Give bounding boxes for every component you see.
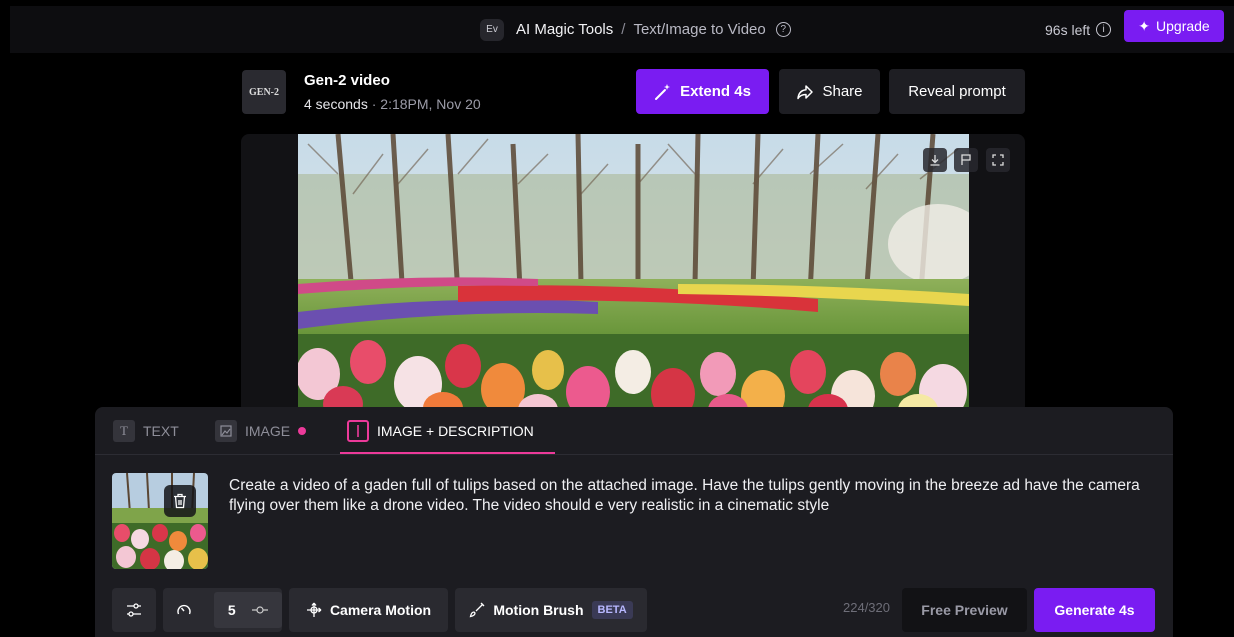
- sliders-icon: [127, 603, 141, 617]
- share-label: Share: [822, 83, 863, 100]
- tab-image-label: IMAGE: [245, 423, 291, 439]
- breadcrumb-ai-magic-tools[interactable]: AI Magic Tools: [516, 21, 613, 38]
- motion-brush-button[interactable]: Motion Brush BETA: [455, 588, 647, 632]
- upgrade-label: Upgrade: [1156, 18, 1210, 34]
- info-icon[interactable]: i: [1096, 22, 1112, 37]
- credits-remaining: 96s left i: [1045, 6, 1112, 53]
- settings-button[interactable]: [112, 588, 156, 632]
- download-icon[interactable]: [923, 148, 947, 172]
- generation-duration: 4 seconds: [304, 96, 368, 112]
- tab-image-description[interactable]: IMAGE + DESCRIPTION: [347, 407, 534, 455]
- text-mode-icon: T: [113, 420, 135, 442]
- video-player[interactable]: [298, 134, 969, 414]
- sparkle-icon: ✦: [1138, 17, 1151, 34]
- tab-text-label: TEXT: [143, 423, 179, 439]
- workspace-badge[interactable]: Ev: [480, 18, 504, 41]
- split-layout-icon: [347, 420, 369, 442]
- tab-image-description-label: IMAGE + DESCRIPTION: [377, 423, 534, 439]
- generation-meta: 4 seconds · 2:18PM, Nov 20: [304, 96, 481, 112]
- flag-icon[interactable]: [954, 148, 978, 172]
- share-icon: [797, 84, 814, 99]
- help-icon[interactable]: ?: [775, 22, 791, 37]
- breadcrumb-text-image-to-video[interactable]: Text/Image to Video: [633, 21, 765, 38]
- prompt-textarea[interactable]: Create a video of a gaden full of tulips…: [229, 476, 1149, 516]
- beta-badge: BETA: [591, 601, 633, 619]
- meta-separator: ·: [371, 96, 377, 112]
- share-button[interactable]: Share: [779, 69, 880, 114]
- generate-button[interactable]: Generate 4s: [1034, 588, 1155, 632]
- active-tab-indicator: [340, 452, 555, 454]
- tab-text[interactable]: T TEXT: [113, 407, 179, 455]
- breadcrumb-separator: /: [621, 21, 626, 38]
- tab-image[interactable]: IMAGE: [215, 407, 307, 455]
- image-icon: [215, 420, 237, 442]
- generation-title: Gen-2 video: [304, 72, 390, 89]
- extend-button[interactable]: Extend 4s: [636, 69, 769, 114]
- character-counter: 224/320: [843, 600, 890, 615]
- reveal-prompt-label: Reveal prompt: [908, 83, 1006, 100]
- motion-speed-stepper[interactable]: 5: [213, 592, 282, 628]
- credits-text: 96s left: [1045, 21, 1091, 38]
- motion-brush-label: Motion Brush: [493, 602, 584, 618]
- gauge-icon[interactable]: [163, 588, 206, 632]
- motion-speed-control: 5: [163, 588, 282, 632]
- top-bar: Ev AI Magic Tools / Text/Image to Video …: [10, 6, 1234, 53]
- brush-icon: [469, 602, 485, 618]
- camera-motion-icon: [306, 602, 322, 617]
- upgrade-button[interactable]: ✦ Upgrade: [1124, 10, 1224, 42]
- camera-motion-button[interactable]: Camera Motion: [289, 588, 448, 632]
- extend-label: Extend 4s: [680, 83, 751, 100]
- tulip-garden-video-frame: [298, 134, 969, 414]
- remove-image-button[interactable]: [164, 485, 196, 517]
- motion-speed-value: 5: [227, 602, 236, 618]
- trash-icon: [174, 493, 186, 509]
- camera-motion-label: Camera Motion: [329, 602, 432, 618]
- fullscreen-icon[interactable]: [986, 148, 1010, 172]
- magic-wand-icon: [655, 83, 671, 100]
- input-mode-tabs: T TEXT IMAGE IMAGE + DESCRIPTION: [95, 407, 1173, 455]
- image-attached-indicator: [298, 427, 307, 435]
- reveal-prompt-button[interactable]: Reveal prompt: [889, 69, 1025, 114]
- slider-knob-icon: [251, 602, 268, 618]
- free-preview-button[interactable]: Free Preview: [902, 588, 1027, 632]
- generation-thumbnail: GEN-2: [242, 70, 286, 114]
- generation-timestamp: 2:18PM, Nov 20: [380, 96, 481, 112]
- breadcrumb: Ev AI Magic Tools / Text/Image to Video …: [480, 6, 791, 53]
